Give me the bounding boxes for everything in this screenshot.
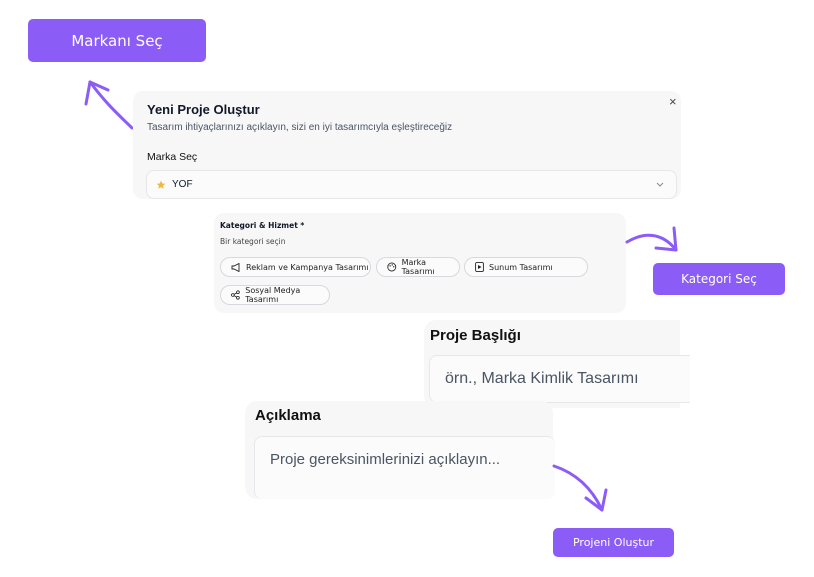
create-project-button[interactable]: Projeni Oluştur [553,528,674,557]
project-title-label: Proje Başlığı [430,327,521,344]
create-project-button-label: Projeni Oluştur [572,536,655,549]
category-label: Kategori & Hizmet * [220,221,305,230]
modal-subtitle: Tasarım ihtiyaçlarınızı açıklayın, sizi … [147,122,453,133]
description-textarea[interactable]: Proje gereksinimlerinizi açıklayın... [254,436,555,499]
chip-brand-design[interactable]: Marka Tasarımı [376,257,460,277]
brand-arrow-icon [84,80,134,130]
project-title-input[interactable]: örn., Marka Kimlik Tasarımı [429,355,690,403]
brand-select-callout-label: Markanı Seç [71,31,163,50]
presentation-icon [475,262,484,272]
star-icon [156,180,166,189]
description-label: Açıklama [255,407,321,424]
brand-select-callout[interactable]: Markanı Seç [28,19,206,62]
chip-social-media-label: Sosyal Medya Tasarımı [245,286,301,304]
category-callout-label: Kategori Seç [681,272,757,286]
chip-presentation-label: Sunum Tasarımı [489,262,553,272]
category-card: Kategori & Hizmet * Bir kategori seçin R… [214,213,626,313]
project-title-placeholder: örn., Marka Kimlik Tasarımı [445,370,639,387]
modal-title: Yeni Proje Oluştur [147,102,260,117]
brand-select-value: YOF [172,179,193,190]
chip-advertising[interactable]: Reklam ve Kampanya Tasarımı [220,257,371,277]
brand-select[interactable]: YOF [146,170,677,199]
chip-presentation[interactable]: Sunum Tasarımı [464,257,588,277]
project-title-card: Proje Başlığı örn., Marka Kimlik Tasarım… [424,320,690,408]
new-project-card: Yeni Proje Oluştur × Tasarım ihtiyaçları… [133,91,681,199]
category-arrow-icon [625,226,678,252]
category-callout[interactable]: Kategori Seç [653,263,785,295]
create-arrow-icon [552,464,608,512]
category-hint: Bir kategori seçin [220,237,286,246]
palette-icon [387,262,397,272]
brand-label: Marka Seç [147,151,198,163]
megaphone-icon [231,262,240,272]
description-placeholder: Proje gereksinimlerinizi açıklayın... [270,451,501,468]
share-icon [231,290,240,300]
close-icon[interactable]: × [669,94,677,109]
chevron-down-icon [656,182,664,187]
chip-brand-design-label: Marka Tasarımı [401,258,435,276]
chip-social-media[interactable]: Sosyal Medya Tasarımı [220,285,330,305]
description-card: Açıklama Proje gereksinimlerinizi açıkla… [245,401,555,499]
chip-advertising-label: Reklam ve Kampanya Tasarımı [246,262,369,272]
